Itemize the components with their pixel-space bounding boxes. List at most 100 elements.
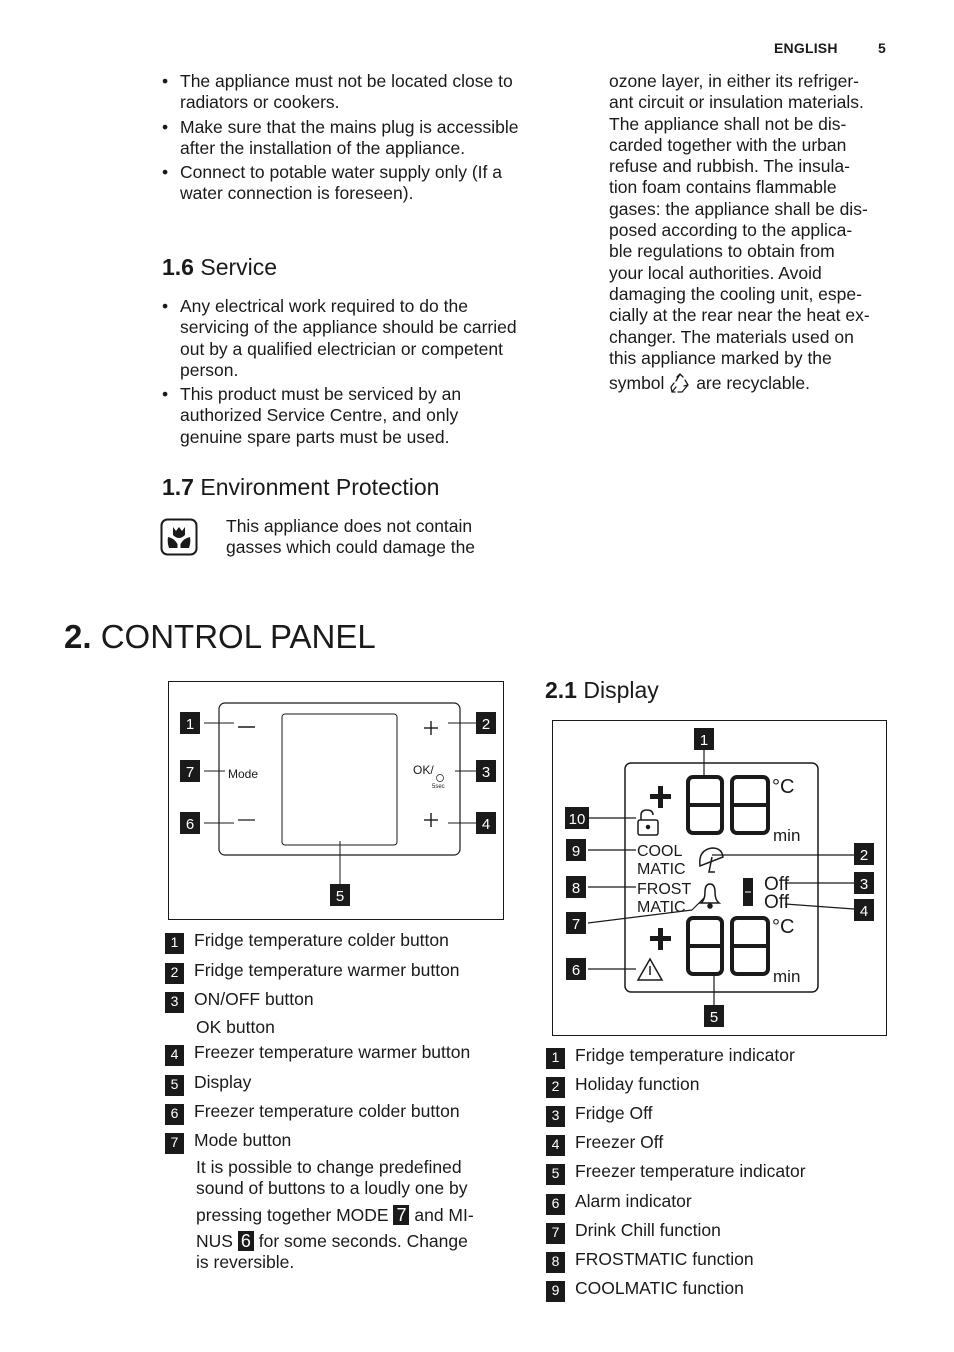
legend-number: 7 <box>546 1223 565 1244</box>
text-line: It is possible to change predefined <box>196 1157 462 1177</box>
legend-label: Freezer temperature indicator <box>575 1161 806 1181</box>
callout-6: 6 <box>566 958 586 980</box>
legend-label: Holiday function <box>575 1074 700 1094</box>
legend-number: 5 <box>165 1075 184 1096</box>
svg-text:10: 10 <box>569 811 586 828</box>
legend-number: 3 <box>546 1106 565 1127</box>
text-fragment: are recyclable. <box>696 373 810 394</box>
text-line: carded together with the urban <box>609 134 847 155</box>
text-line: your local authorities. Avoid <box>609 262 822 283</box>
section-number: 2.1 <box>545 677 577 703</box>
coolmatic-label-1: COOL <box>637 843 682 860</box>
svg-text:7: 7 <box>186 764 194 781</box>
text-line: ble regulations to obtain from <box>609 241 835 262</box>
callout-6: 6 <box>180 812 200 834</box>
svg-text:7: 7 <box>572 916 580 933</box>
legend-number: 7 <box>165 1133 184 1154</box>
header-language: ENGLISH <box>774 40 838 56</box>
recyclable-line: symbol are recyclable. <box>609 372 909 399</box>
bullet-item: The appliance must not be located close … <box>162 71 522 114</box>
section-1-7-heading: 1.7 Environment Protection <box>162 474 439 501</box>
callout-1: 1 <box>180 712 200 734</box>
text-line: ant circuit or insulation materials. <box>609 92 864 113</box>
legend-label: Freezer Off <box>575 1132 664 1152</box>
mode-label: Mode <box>228 767 258 781</box>
frostmatic-label-1: FROST <box>637 881 691 898</box>
callout-2: 2 <box>854 843 874 865</box>
legend-number: 1 <box>165 933 184 954</box>
panel-legend-item: 2 Fridge temperature warmer button <box>165 960 460 984</box>
text-line: ozone layer, in either its refriger- <box>609 71 859 91</box>
panel-legend-item: 1 Fridge temperature colder button <box>165 930 449 954</box>
svg-text:1: 1 <box>700 732 708 749</box>
text-line: gases: the appliance shall be dis- <box>609 198 868 219</box>
callout-7: 7 <box>180 760 200 782</box>
svg-text:2: 2 <box>482 716 490 733</box>
celsius-unit: °C <box>772 916 794 938</box>
legend-label: Fridge temperature warmer button <box>194 960 460 980</box>
legend-label: Drink Chill function <box>575 1220 721 1240</box>
coolmatic-label-2: MATIC <box>637 861 686 878</box>
legend-label: Fridge temperature indicator <box>575 1045 795 1065</box>
legend-number: 4 <box>165 1045 184 1066</box>
bullets-top: The appliance must not be located close … <box>162 71 522 208</box>
inline-callout-7: 7 <box>393 1204 410 1225</box>
legend-label: FROSTMATIC function <box>575 1249 754 1269</box>
inline-callout-6: 6 <box>237 1230 254 1251</box>
text-fragment: and MI- <box>414 1204 474 1225</box>
section-1-6-heading: 1.6 Service <box>162 254 277 281</box>
text-line: refuse and rubbish. The insula- <box>609 156 850 177</box>
text-fragment: symbol <box>609 373 665 394</box>
text-line: NUS 6 for some seconds. Change <box>196 1230 526 1252</box>
bullet-item: Make sure that the mains plug is accessi… <box>162 117 522 160</box>
display-legend-item: 4 Freezer Off <box>546 1132 663 1156</box>
celsius-unit: °C <box>772 776 794 798</box>
legend-label: Fridge temperature colder button <box>194 930 449 950</box>
display-legend-item: 6 Alarm indicator <box>546 1191 692 1215</box>
legend-label: Mode button <box>194 1130 292 1150</box>
svg-text:4: 4 <box>482 816 490 833</box>
callout-1: 1 <box>694 728 714 750</box>
text-line: damaging the cooling unit, espe- <box>609 283 862 304</box>
section-title: Display <box>583 677 659 703</box>
svg-text:3: 3 <box>482 764 490 781</box>
display-legend-item: 9 COOLMATIC function <box>546 1278 744 1302</box>
environment-continued: ozone layer, in either its refriger- ant… <box>609 71 909 399</box>
callout-8: 8 <box>566 876 586 898</box>
ok-sub-label: 5sec <box>432 784 445 790</box>
svg-text:6: 6 <box>186 816 194 833</box>
panel-legend-item: 7 Mode button <box>165 1130 291 1154</box>
legend-label: Freezer temperature warmer button <box>194 1042 471 1062</box>
panel-legend-item: 6 Freezer temperature colder button <box>165 1101 460 1125</box>
legend-number: 1 <box>546 1048 565 1069</box>
text-fragment: for some seconds. Change <box>258 1230 468 1251</box>
callout-3: 3 <box>854 872 874 894</box>
text-line: posed according to the applica- <box>609 220 853 241</box>
off-indicator-icon <box>743 878 753 906</box>
min-unit: min <box>773 826 800 845</box>
section-title: Environment Protection <box>200 474 440 500</box>
svg-text:3: 3 <box>860 876 868 893</box>
display-legend-item: 3 Fridge Off <box>546 1103 653 1127</box>
min-unit: min <box>773 967 800 986</box>
mode-note: It is possible to change predefined soun… <box>196 1157 526 1273</box>
text-line: The appliance shall not be dis- <box>609 113 847 134</box>
callout-4: 4 <box>476 812 496 834</box>
chapter-number: 2. <box>64 618 92 655</box>
callout-2: 2 <box>476 712 496 734</box>
text-line: pressing together MODE 7 and MI- <box>196 1204 526 1226</box>
text-fragment: pressing together MODE <box>196 1204 389 1225</box>
panel-legend-item: 4 Freezer temperature warmer button <box>165 1042 470 1066</box>
display-legend-item: 8 FROSTMATIC function <box>546 1249 754 1273</box>
legend-number: 9 <box>546 1281 565 1302</box>
ok-label: OK/ <box>413 763 434 777</box>
svg-text:1: 1 <box>186 716 194 733</box>
svg-text:8: 8 <box>572 880 580 897</box>
legend-number: 3 <box>165 992 184 1013</box>
chapter-title: CONTROL PANEL <box>100 618 376 655</box>
environment-text: This appliance does not contain gasses w… <box>226 516 476 558</box>
callout-4: 4 <box>854 899 874 921</box>
svg-text:6: 6 <box>572 962 580 979</box>
legend-label: Alarm indicator <box>575 1191 692 1211</box>
section-number: 1.7 <box>162 474 194 500</box>
